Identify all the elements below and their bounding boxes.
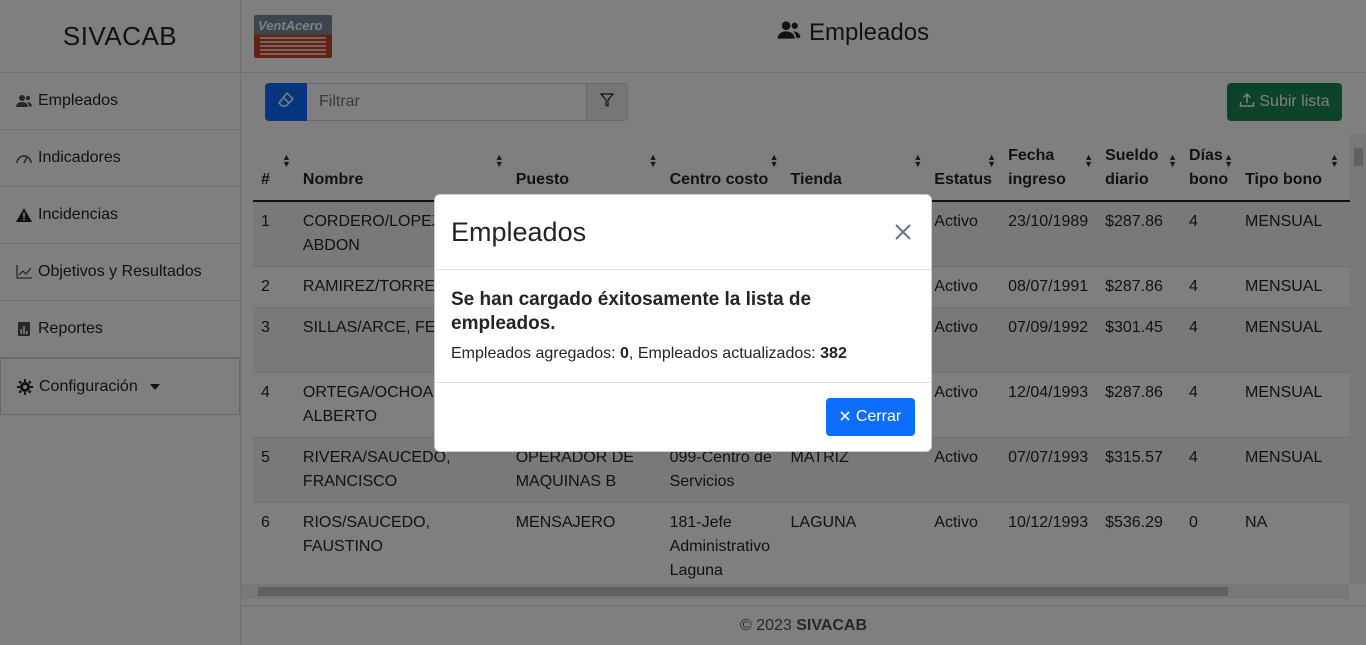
close-icon[interactable]	[891, 220, 915, 244]
modal-stats: Empleados agregados: 0, Empleados actual…	[451, 345, 915, 363]
close-button[interactable]: Cerrar	[826, 398, 915, 436]
added-label: Empleados agregados:	[451, 345, 616, 362]
modal-title: Empleados	[451, 216, 587, 247]
modal-footer: Cerrar	[435, 383, 931, 451]
close-button-label: Cerrar	[855, 408, 902, 425]
modal-message: Se han cargado éxitosamente la lista de …	[451, 289, 812, 334]
modal-body: Se han cargado éxitosamente la lista de …	[435, 270, 931, 383]
upload-result-modal: Empleados Se han cargado éxitosamente la…	[434, 194, 932, 452]
added-value: 0	[620, 345, 629, 362]
modal-header: Empleados	[435, 195, 931, 270]
updated-value: 382	[820, 345, 847, 362]
x-icon	[840, 408, 850, 426]
updated-label: , Empleados actualizados:	[628, 345, 816, 362]
